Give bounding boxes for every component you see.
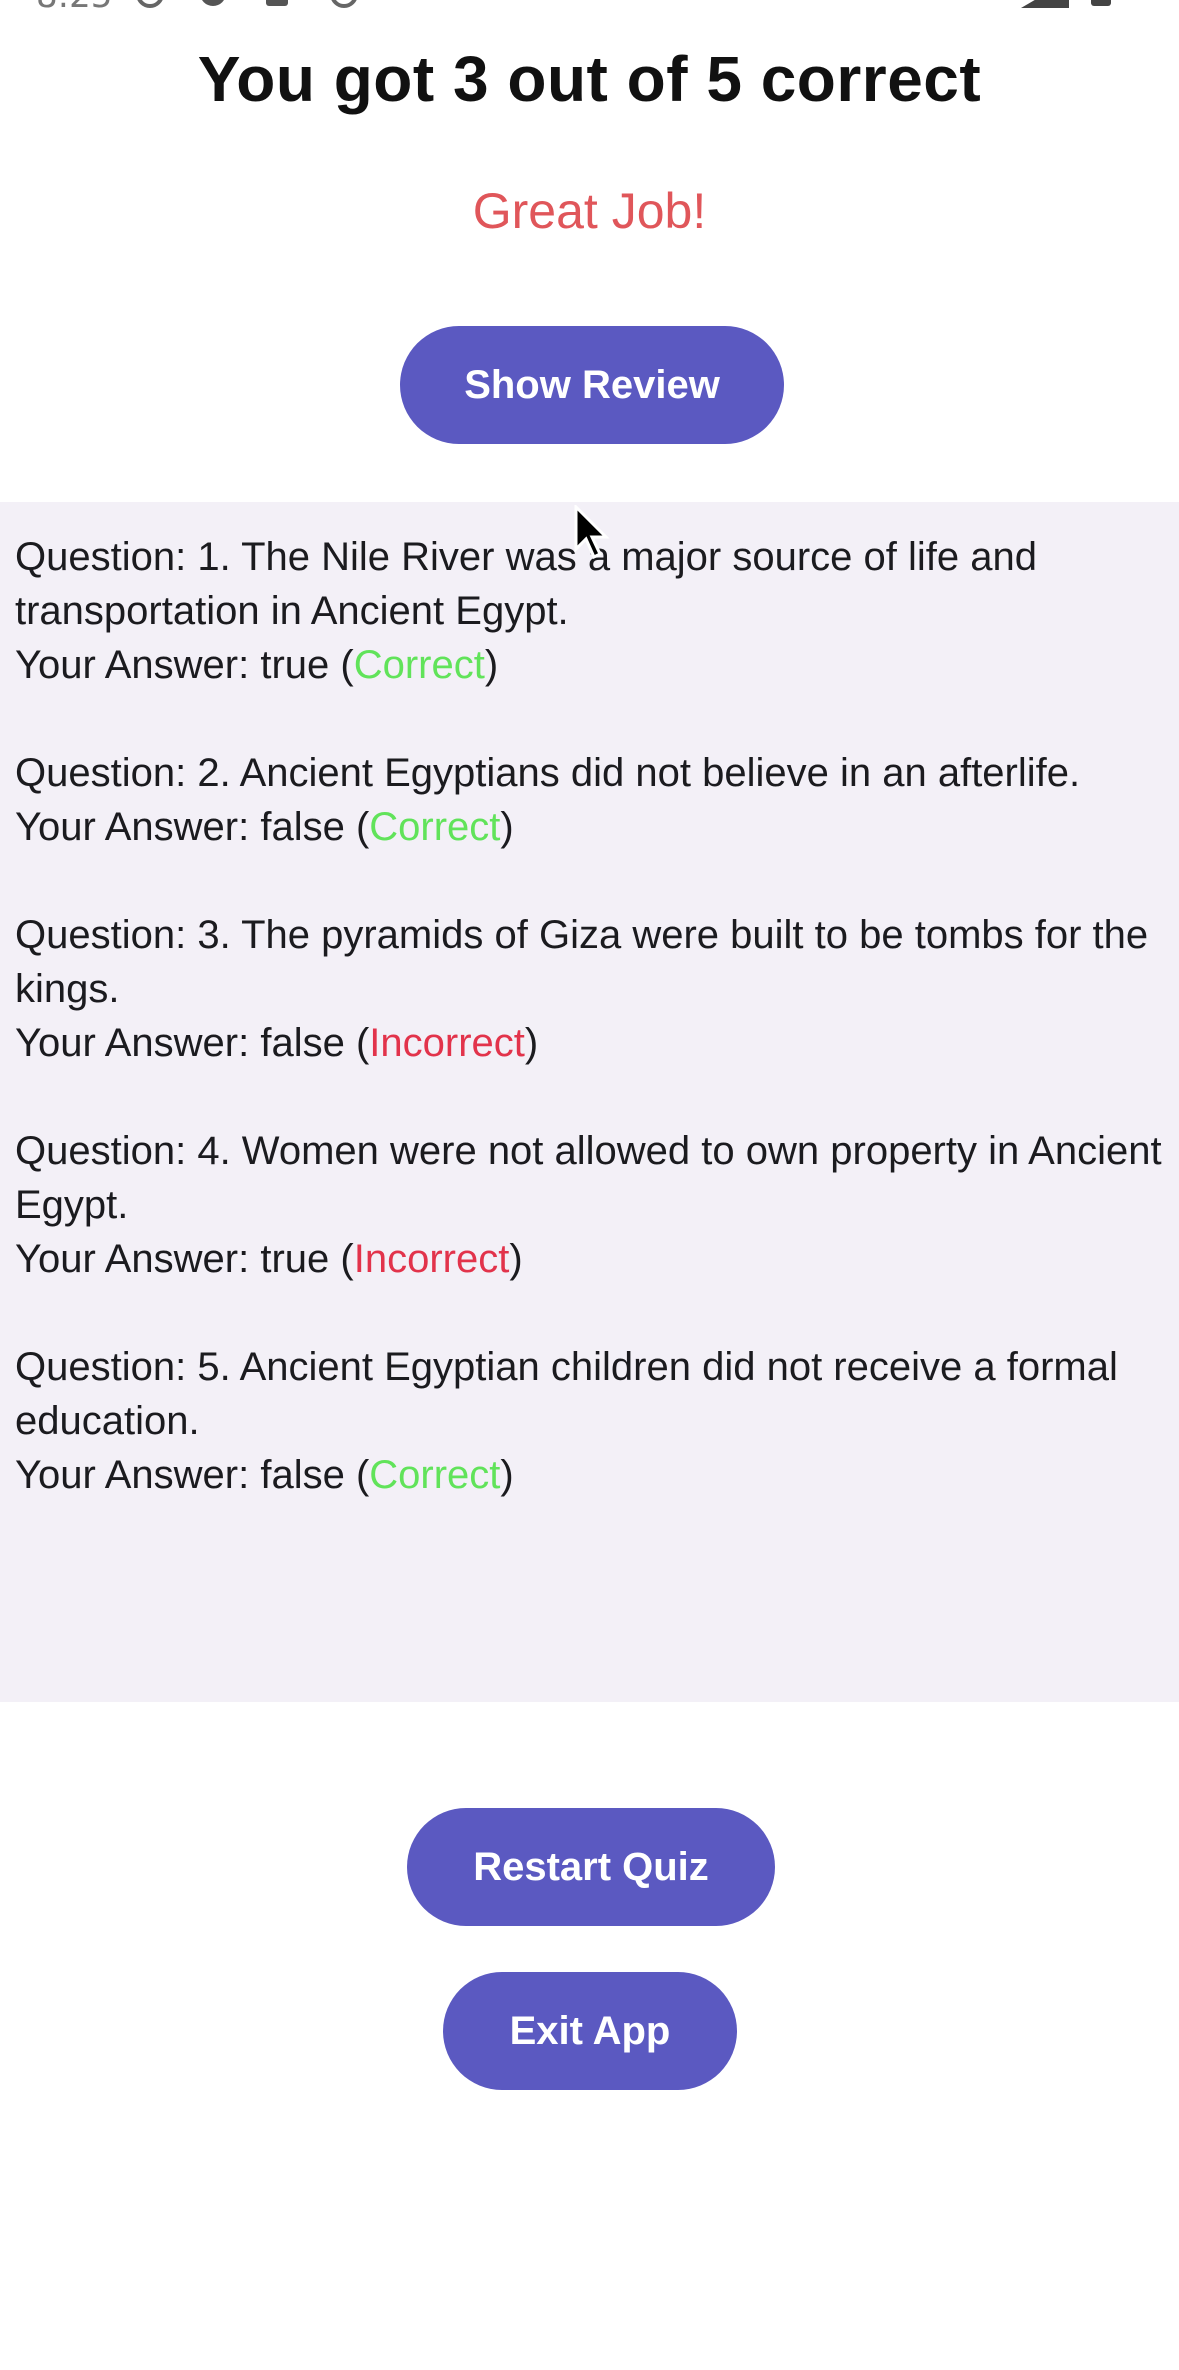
answer-value: true	[260, 643, 330, 687]
review-answer: Your Answer: false (Correct)	[15, 1453, 514, 1497]
answer-prefix: Your Answer:	[15, 1021, 261, 1065]
mouse-cursor-icon	[574, 505, 610, 560]
answer-prefix: Your Answer:	[15, 643, 261, 687]
answer-value: true	[260, 1237, 330, 1281]
status-time: 8:25	[36, 0, 112, 16]
exit-app-button[interactable]: Exit App	[443, 1972, 737, 2090]
review-item: Question: 2. Ancient Egyptians did not b…	[15, 746, 1165, 854]
review-question: Question: 3. The pyramids of Giza were b…	[15, 913, 1149, 1011]
verdict-correct: Correct	[353, 643, 485, 687]
restart-quiz-button[interactable]: Restart Quiz	[407, 1808, 775, 1926]
review-answer: Your Answer: true (Correct)	[15, 643, 499, 687]
answer-value: false	[260, 1021, 345, 1065]
review-item: Question: 4. Women were not allowed to o…	[15, 1124, 1165, 1286]
answer-value: false	[260, 805, 345, 849]
review-list: Question: 1. The Nile River was a major …	[15, 530, 1165, 1556]
status-bar: 8:25	[0, 0, 1179, 18]
feedback-message: Great Job!	[472, 183, 707, 239]
sd-card-icon	[266, 0, 288, 6]
review-answer: Your Answer: false (Correct)	[15, 805, 514, 849]
answer-value: false	[260, 1453, 345, 1497]
review-panel[interactable]: Question: 1. The Nile River was a major …	[0, 502, 1179, 1702]
signal-icon	[1021, 0, 1069, 8]
battery-icon	[1091, 0, 1111, 6]
sync-icon	[136, 0, 164, 8]
review-question: Question: 4. Women were not allowed to o…	[15, 1129, 1162, 1227]
show-review-button[interactable]: Show Review	[400, 326, 784, 444]
score-title: You got 3 out of 5 correct	[197, 43, 982, 115]
review-question: Question: 5. Ancient Egyptian children d…	[15, 1345, 1118, 1443]
dnd-icon	[330, 0, 358, 8]
review-question: Question: 2. Ancient Egyptians did not b…	[15, 751, 1081, 795]
review-answer: Your Answer: false (Incorrect)	[15, 1021, 539, 1065]
review-answer: Your Answer: true (Incorrect)	[15, 1237, 523, 1281]
verdict-correct: Correct	[369, 805, 501, 849]
answer-prefix: Your Answer:	[15, 805, 261, 849]
location-icon	[200, 0, 226, 6]
verdict-incorrect: Incorrect	[353, 1237, 510, 1281]
verdict-incorrect: Incorrect	[369, 1021, 525, 1065]
review-item: Question: 3. The pyramids of Giza were b…	[15, 908, 1165, 1070]
answer-prefix: Your Answer:	[15, 1453, 261, 1497]
review-item: Question: 5. Ancient Egyptian children d…	[15, 1340, 1165, 1502]
verdict-correct: Correct	[369, 1453, 501, 1497]
answer-prefix: Your Answer:	[15, 1237, 261, 1281]
